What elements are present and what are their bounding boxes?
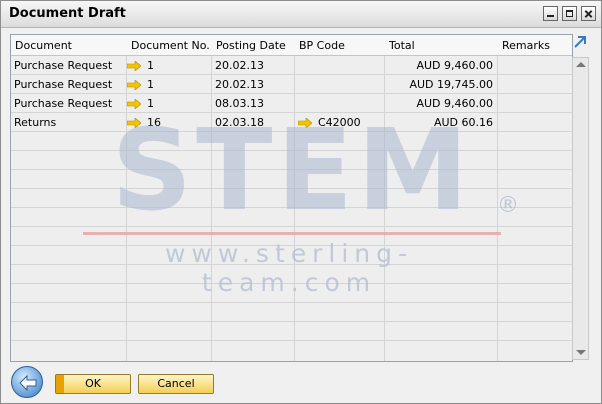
row-divider [11, 283, 572, 284]
expand-icon[interactable] [572, 34, 588, 50]
cell-bp-code[interactable] [298, 56, 384, 75]
cell-document-no[interactable]: 1 [127, 56, 211, 75]
title-bar: Document Draft [1, 1, 601, 28]
column-divider [497, 35, 498, 361]
maximize-button[interactable] [562, 6, 577, 21]
link-arrow-icon[interactable] [298, 118, 312, 128]
cell-document-no[interactable]: 1 [127, 94, 211, 113]
document-no-value: 16 [147, 116, 161, 129]
link-arrow-icon[interactable] [127, 61, 141, 71]
column-divider [294, 35, 295, 361]
row-divider [11, 226, 572, 227]
cell-total[interactable]: AUD 19,745.00 [385, 75, 497, 94]
cell-posting-date[interactable]: 08.03.13 [215, 94, 294, 113]
cell-bp-code[interactable] [298, 94, 384, 113]
row-divider [11, 340, 572, 341]
cell-bp-code[interactable] [298, 75, 384, 94]
column-header-document-no[interactable]: Document No. [127, 35, 211, 55]
cell-remarks[interactable] [501, 94, 571, 113]
window-title: Document Draft [9, 6, 126, 21]
row-divider [11, 150, 572, 151]
cell-document-no[interactable]: 1 [127, 75, 211, 94]
cell-document-no[interactable]: 16 [127, 113, 211, 132]
bp-code-value: C42000 [318, 116, 361, 129]
row-divider [11, 302, 572, 303]
cancel-button[interactable]: Cancel [138, 374, 214, 394]
document-no-value: 1 [147, 78, 154, 91]
link-arrow-icon[interactable] [127, 118, 141, 128]
document-draft-window: Document Draft Document Document No. Pos… [0, 0, 602, 404]
cell-posting-date[interactable]: 20.02.13 [215, 75, 294, 94]
document-no-value: 1 [147, 97, 154, 110]
cell-document[interactable]: Purchase Request [14, 56, 126, 75]
row-divider [11, 245, 572, 246]
back-button[interactable] [11, 366, 43, 398]
back-arrow-icon [19, 374, 37, 392]
link-arrow-icon[interactable] [127, 99, 141, 109]
link-arrow-icon[interactable] [127, 80, 141, 90]
row-divider [11, 207, 572, 208]
cell-remarks[interactable] [501, 56, 571, 75]
cell-document[interactable]: Purchase Request [14, 75, 126, 94]
scroll-down-icon[interactable] [576, 350, 586, 355]
column-header-bp-code[interactable]: BP Code [295, 35, 384, 55]
cell-posting-date[interactable]: 02.03.18 [215, 113, 294, 132]
column-header-remarks[interactable]: Remarks [498, 35, 572, 55]
document-grid: Document Document No. Posting Date BP Co… [10, 34, 573, 362]
cell-posting-date[interactable]: 20.02.13 [215, 56, 294, 75]
row-divider [11, 169, 572, 170]
row-divider [11, 264, 572, 265]
cell-total[interactable]: AUD 60.16 [385, 113, 497, 132]
document-no-value: 1 [147, 59, 154, 72]
cell-remarks[interactable] [501, 113, 571, 132]
column-header-posting-date[interactable]: Posting Date [212, 35, 294, 55]
row-divider [11, 188, 572, 189]
row-divider [11, 321, 572, 322]
cell-document[interactable]: Returns [14, 113, 126, 132]
close-button[interactable] [581, 6, 596, 21]
column-header-document[interactable]: Document [11, 35, 126, 55]
cell-total[interactable]: AUD 9,460.00 [385, 56, 497, 75]
minimize-button[interactable] [543, 6, 558, 21]
scroll-up-icon[interactable] [576, 62, 586, 67]
cell-document[interactable]: Purchase Request [14, 94, 126, 113]
cell-remarks[interactable] [501, 75, 571, 94]
cell-total[interactable]: AUD 9,460.00 [385, 94, 497, 113]
vertical-scrollbar[interactable] [572, 57, 589, 360]
cell-bp-code[interactable]: C42000 [298, 113, 384, 132]
column-divider [211, 35, 212, 361]
ok-button[interactable]: OK [55, 374, 131, 394]
column-header-total[interactable]: Total [385, 35, 497, 55]
